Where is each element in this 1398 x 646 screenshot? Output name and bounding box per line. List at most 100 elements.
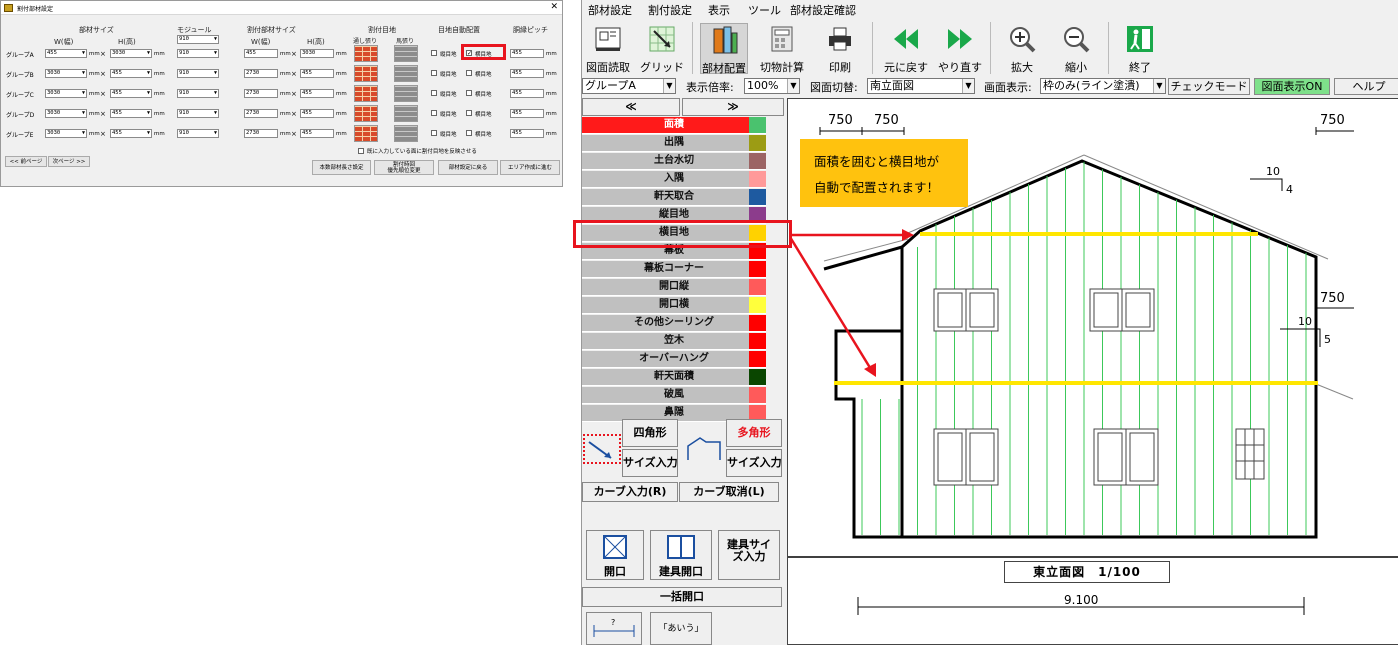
yoko-meji-checkbox[interactable] xyxy=(466,90,472,96)
buzai-list-item[interactable]: オーバーハング xyxy=(582,351,766,368)
group-width-select[interactable]: 455 xyxy=(45,49,87,58)
rect-button[interactable]: 四角形 xyxy=(622,419,678,447)
group-module-select[interactable]: 910 xyxy=(177,89,219,98)
group-width-select[interactable]: 3030 xyxy=(45,129,87,138)
reflect-checkbox[interactable] xyxy=(358,148,364,154)
nav-prev-button[interactable]: ≪ xyxy=(582,98,680,116)
uma-pattern-button[interactable] xyxy=(394,65,418,82)
group-height-select[interactable]: 455 xyxy=(110,129,152,138)
fitting-size-button[interactable]: 建具サイズ入力 xyxy=(718,530,780,580)
close-icon[interactable]: ✕ xyxy=(550,2,558,12)
buzai-list-item[interactable]: 入隅 xyxy=(582,171,766,188)
fitting-opening-button[interactable]: 建具開口 xyxy=(650,530,712,580)
toolbar-zoom-out[interactable]: 縮小 xyxy=(1052,23,1100,74)
buzai-list-item[interactable]: 笠木 xyxy=(582,333,766,350)
batch-opening-button[interactable]: 一括開口 xyxy=(582,587,782,607)
dimension-tool-button[interactable]: ? xyxy=(586,612,642,645)
group-waritsuke-width[interactable]: 2730 xyxy=(244,89,278,98)
uma-pattern-button[interactable] xyxy=(394,85,418,102)
group-module-select[interactable]: 910 xyxy=(177,129,219,138)
buzai-list-item[interactable]: 幕板コーナー xyxy=(582,261,766,278)
group-select[interactable]: グループA ▼ xyxy=(582,78,676,94)
group-waritsuke-width[interactable]: 455 xyxy=(244,49,278,58)
priority-change-button[interactable]: 割付時回 優先順位変更 xyxy=(374,160,434,175)
polygon-size-input-button[interactable]: サイズ入力 xyxy=(726,449,782,477)
group-width-select[interactable]: 3030 xyxy=(45,69,87,78)
toushi-pattern-button[interactable] xyxy=(354,65,378,82)
toushi-pattern-button[interactable] xyxy=(354,45,378,62)
buzai-list-item[interactable]: 開口縦 xyxy=(582,279,766,296)
toushi-pattern-button[interactable] xyxy=(354,125,378,142)
toolbar-buzai-haichi[interactable]: 部材配置 xyxy=(700,23,748,75)
toolbar-undo[interactable]: 元に戻す xyxy=(882,23,930,74)
polygon-button[interactable]: 多角形 xyxy=(726,419,782,447)
uma-pattern-button[interactable] xyxy=(394,45,418,62)
buzai-list-item[interactable]: 出隅 xyxy=(582,135,766,152)
group-waritsuke-width[interactable]: 2730 xyxy=(244,69,278,78)
uma-pattern-button[interactable] xyxy=(394,105,418,122)
toushi-pattern-button[interactable] xyxy=(354,85,378,102)
menu-buzai[interactable]: 部材設定 xyxy=(588,2,632,18)
yoko-meji-checkbox[interactable] xyxy=(466,130,472,136)
next-page-button[interactable]: 次ページ >> xyxy=(48,156,90,167)
buzai-list-item[interactable]: 面積 xyxy=(582,117,766,134)
buzai-list-item[interactable]: 開口横 xyxy=(582,297,766,314)
uma-pattern-button[interactable] xyxy=(394,125,418,142)
group-waritsuke-height[interactable]: 455 xyxy=(300,109,334,118)
toolbar-redo[interactable]: やり直す xyxy=(936,23,984,74)
group-height-select[interactable]: 455 xyxy=(110,109,152,118)
yoko-meji-checkbox[interactable] xyxy=(466,110,472,116)
module-top-select[interactable]: 910 xyxy=(177,35,219,44)
view-select[interactable]: 南立面図 ▼ xyxy=(867,78,975,94)
group-waritsuke-height[interactable]: 455 xyxy=(300,129,334,138)
length-setting-button[interactable]: 本数部材長さ設定 xyxy=(312,160,371,175)
curve-cancel-button[interactable]: カーブ取消(L) xyxy=(679,482,779,502)
toolbar-exit[interactable]: 終了 xyxy=(1116,23,1164,74)
buzai-list-item[interactable]: 軒天面積 xyxy=(582,369,766,386)
group-module-select[interactable]: 910 xyxy=(177,49,219,58)
group-height-select[interactable]: 455 xyxy=(110,89,152,98)
group-module-select[interactable]: 910 xyxy=(177,109,219,118)
group-waritsuke-width[interactable]: 2730 xyxy=(244,109,278,118)
nav-next-button[interactable]: ≫ xyxy=(682,98,784,116)
toolbar-read-drawing[interactable]: 図面読取 xyxy=(584,23,632,74)
group-module-select[interactable]: 910 xyxy=(177,69,219,78)
dobuchi-pitch-field[interactable]: 455 xyxy=(510,129,544,138)
toolbar-grid[interactable]: グリッド xyxy=(638,23,686,74)
to-area-button[interactable]: エリア作成に進む xyxy=(500,160,560,175)
curve-input-button[interactable]: カーブ入力(R) xyxy=(582,482,678,502)
menu-tools[interactable]: ツール xyxy=(748,2,781,18)
tate-meji-checkbox[interactable] xyxy=(431,110,437,116)
check-mode-button[interactable]: チェックモード xyxy=(1168,78,1250,95)
buzai-list-item[interactable]: 破風 xyxy=(582,387,766,404)
group-width-select[interactable]: 3030 xyxy=(45,89,87,98)
toolbar-cut-calc[interactable]: 切物計算 xyxy=(758,23,806,74)
tate-meji-checkbox[interactable] xyxy=(431,50,437,56)
group-waritsuke-height[interactable]: 455 xyxy=(300,69,334,78)
back-to-buzai-button[interactable]: 部材設定に戻る xyxy=(438,160,498,175)
help-button[interactable]: ヘルプ xyxy=(1334,78,1398,95)
group-width-select[interactable]: 3030 xyxy=(45,109,87,118)
group-height-select[interactable]: 455 xyxy=(110,69,152,78)
menu-confirm[interactable]: 部材設定確認 xyxy=(790,2,856,18)
drawing-on-button[interactable]: 図面表示ON xyxy=(1254,78,1330,95)
toolbar-zoom-in[interactable]: 拡大 xyxy=(998,23,1046,74)
menu-view[interactable]: 表示 xyxy=(708,2,730,18)
menu-waritsuke[interactable]: 割付設定 xyxy=(648,2,692,18)
tate-meji-checkbox[interactable] xyxy=(431,70,437,76)
tate-meji-checkbox[interactable] xyxy=(431,130,437,136)
group-height-select[interactable]: 3030 xyxy=(110,49,152,58)
dobuchi-pitch-field[interactable]: 455 xyxy=(510,109,544,118)
dobuchi-pitch-field[interactable]: 455 xyxy=(510,49,544,58)
group-waritsuke-height[interactable]: 455 xyxy=(300,89,334,98)
group-waritsuke-width[interactable]: 2730 xyxy=(244,129,278,138)
buzai-list-item[interactable]: 土台水切 xyxy=(582,153,766,170)
buzai-list-item[interactable]: その他シーリング xyxy=(582,315,766,332)
tate-meji-checkbox[interactable] xyxy=(431,90,437,96)
yoko-meji-checkbox[interactable] xyxy=(466,70,472,76)
prev-page-button[interactable]: << 前ページ xyxy=(5,156,47,167)
toolbar-print[interactable]: 印刷 xyxy=(816,23,864,74)
display-select[interactable]: 枠のみ(ライン塗潰) ▼ xyxy=(1040,78,1166,94)
dobuchi-pitch-field[interactable]: 455 xyxy=(510,89,544,98)
text-tool-button[interactable]: 「あいう」 xyxy=(650,612,712,645)
